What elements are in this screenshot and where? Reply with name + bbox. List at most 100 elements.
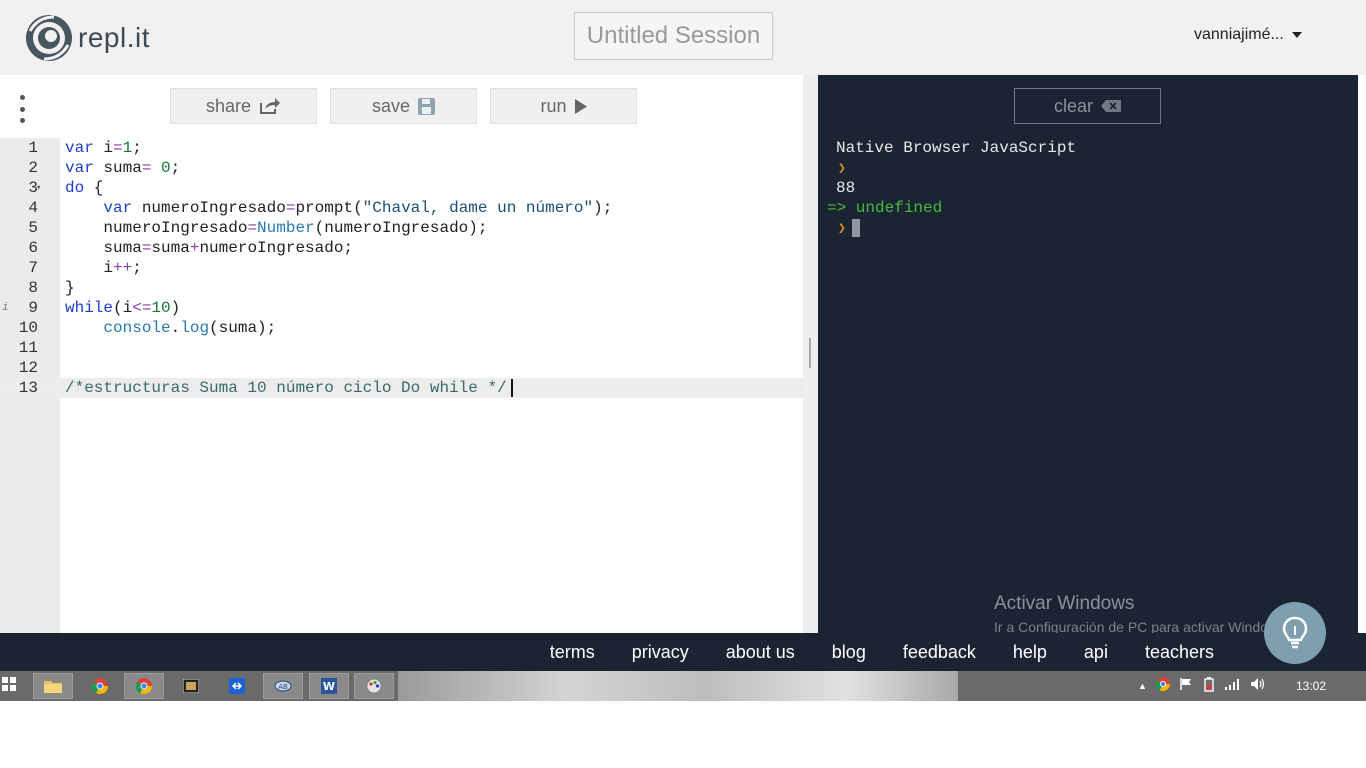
volume-icon[interactable]: [1250, 677, 1266, 696]
run-button[interactable]: run: [490, 88, 637, 124]
teamviewer-taskbar-icon[interactable]: [217, 673, 257, 699]
line-number: 9: [28, 299, 38, 317]
pane-resize-handle[interactable]: [803, 75, 818, 633]
code-line[interactable]: 11: [0, 338, 803, 358]
footer: terms privacy about us blog feedback hel…: [0, 633, 1366, 671]
logo-text: repl.it: [78, 22, 150, 53]
line-number: 12: [18, 359, 38, 377]
code-editor[interactable]: 1 var i=1; 2 var suma= 0; 3 ▾ do { 4 var…: [0, 138, 803, 633]
console-input-line[interactable]: ❯: [838, 218, 860, 238]
backspace-icon: [1101, 96, 1121, 117]
chrome-active-taskbar-icon[interactable]: [124, 673, 164, 699]
help-lightbulb-button[interactable]: [1264, 602, 1326, 664]
line-number: 13: [18, 379, 38, 397]
windows-taskbar: AB W ▲ 13:02: [0, 671, 1366, 701]
footer-link-feedback[interactable]: feedback: [903, 642, 976, 663]
play-icon: [574, 98, 587, 114]
code-line[interactable]: 10 console.log(suma);: [0, 318, 803, 338]
svg-text:W: W: [323, 680, 335, 693]
session-title-input[interactable]: Untitled Session: [574, 12, 773, 60]
chrome-tray-icon[interactable]: [1155, 676, 1170, 696]
footer-link-about-us[interactable]: about us: [726, 642, 795, 663]
code-line[interactable]: 6 suma=suma+numeroIngresado;: [0, 238, 803, 258]
prompt-arrow-icon: ❯: [838, 221, 846, 236]
chrome-taskbar-icon[interactable]: [80, 673, 120, 699]
text-caret: [510, 378, 513, 397]
activate-windows-title: Activar Windows: [994, 593, 1135, 614]
code-text: var i=1;: [65, 139, 142, 157]
console-caret: [851, 218, 860, 237]
code-line[interactable]: 5 numeroIngresado=Number(numeroIngresado…: [0, 218, 803, 238]
code-line[interactable]: 8 }: [0, 278, 803, 298]
code-line[interactable]: 2 var suma= 0;: [0, 158, 803, 178]
lightbulb-icon: [1282, 616, 1308, 649]
code-text: do {: [65, 179, 104, 197]
line-number: 3: [28, 179, 38, 197]
code-line-active[interactable]: 13 /*estructuras Suma 10 número ciclo Do…: [0, 378, 803, 398]
footer-link-privacy[interactable]: privacy: [632, 642, 689, 663]
line-number: 4: [28, 199, 38, 217]
flag-icon[interactable]: [1179, 677, 1193, 696]
run-label: run: [540, 95, 567, 116]
fold-arrow-icon[interactable]: ▾: [36, 178, 41, 198]
prompt-arrow-icon: ❯: [838, 161, 846, 176]
footer-link-help[interactable]: help: [1013, 642, 1047, 663]
code-text: numeroIngresado=Number(numeroIngresado);: [65, 219, 488, 237]
code-line[interactable]: 1 var i=1;: [0, 138, 803, 158]
share-icon: [259, 97, 281, 115]
footer-link-api[interactable]: api: [1084, 642, 1108, 663]
paint-taskbar-icon[interactable]: [354, 673, 394, 699]
code-text: while(i<=10): [65, 299, 181, 317]
floppy-disk-icon: [418, 97, 436, 115]
console-result: => undefined: [827, 199, 943, 217]
footer-links: terms privacy about us blog feedback hel…: [550, 633, 1214, 671]
code-text: var suma= 0;: [65, 159, 181, 177]
line-number: 7: [28, 259, 38, 277]
code-text: /*estructuras Suma 10 número ciclo Do wh…: [65, 378, 513, 398]
code-line[interactable]: i 9 while(i<=10): [0, 298, 803, 318]
show-hidden-icons-icon[interactable]: ▲: [1138, 681, 1147, 691]
blank-area: [0, 701, 1366, 768]
code-text: }: [65, 279, 75, 297]
network-signal-icon[interactable]: [1224, 677, 1241, 695]
file-explorer-taskbar-icon[interactable]: [33, 673, 73, 699]
code-text: suma=suma+numeroIngresado;: [65, 239, 354, 257]
console-header: Native Browser JavaScript: [836, 139, 1077, 157]
battery-plug-icon[interactable]: [1202, 676, 1216, 697]
save-button[interactable]: save: [330, 88, 477, 124]
line-number: 6: [28, 239, 38, 257]
clear-button[interactable]: clear: [1014, 88, 1161, 124]
app-header: repl.it Untitled Session vanniajimé...: [0, 0, 1366, 75]
code-text: console.log(suma);: [103, 319, 277, 337]
remote-app-taskbar-icon[interactable]: AB: [263, 673, 303, 699]
code-line[interactable]: 3 ▾ do {: [0, 178, 803, 198]
replit-logo-icon: [26, 15, 72, 61]
code-line[interactable]: 4 var numeroIngresado=prompt("Chaval, da…: [0, 198, 803, 218]
code-text: var numeroIngresado=prompt("Chaval, dame…: [103, 199, 613, 217]
windows-start-icon[interactable]: [2, 677, 18, 693]
line-number: 10: [18, 319, 38, 337]
save-label: save: [371, 95, 411, 116]
word-taskbar-icon[interactable]: W: [309, 673, 349, 699]
share-button[interactable]: share: [170, 88, 317, 124]
user-menu[interactable]: vanniajimé...: [1194, 26, 1302, 44]
replit-logo[interactable]: repl.it: [24, 12, 150, 64]
editor-pane: share save run 1 var i=1; 2 var suma= 0;…: [0, 75, 803, 633]
footer-link-blog[interactable]: blog: [832, 642, 866, 663]
code-line[interactable]: 7 i++;: [0, 258, 803, 278]
footer-link-teachers[interactable]: teachers: [1145, 642, 1214, 663]
more-options-icon[interactable]: [17, 95, 27, 123]
footer-link-terms[interactable]: terms: [550, 642, 595, 663]
console-output-value: 88: [836, 179, 856, 197]
line-number: 11: [18, 339, 38, 357]
console-pane[interactable]: clear Native Browser JavaScript ❯ 88 => …: [818, 75, 1358, 635]
code-text: i++;: [65, 259, 142, 277]
resize-grip-icon: [809, 338, 811, 368]
media-player-taskbar-icon[interactable]: [171, 673, 211, 699]
clear-label: clear: [1053, 95, 1093, 116]
code-line[interactable]: 12: [0, 358, 803, 378]
taskbar-clock[interactable]: 13:02: [1296, 679, 1326, 693]
line-number: 5: [28, 219, 38, 237]
user-name: vanniajimé...: [1194, 26, 1284, 43]
system-tray: ▲: [1138, 671, 1266, 701]
